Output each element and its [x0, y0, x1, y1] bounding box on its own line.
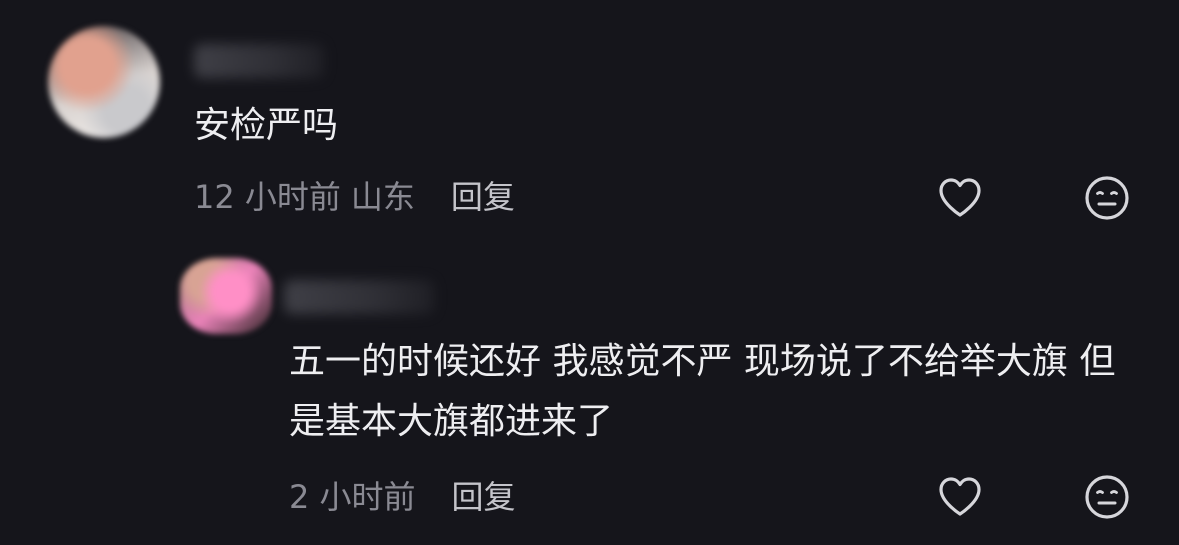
comment-time: 2 小时前	[289, 478, 416, 516]
comment-meta: 2 小时前 回复	[289, 472, 516, 518]
reply-button[interactable]: 回复	[452, 472, 516, 518]
username-blurred[interactable]	[284, 280, 434, 314]
avatar[interactable]	[48, 26, 160, 138]
avatar[interactable]	[180, 258, 272, 334]
neutral-face-icon[interactable]	[1083, 473, 1131, 521]
neutral-face-icon[interactable]	[1083, 174, 1131, 222]
heart-icon[interactable]	[936, 174, 984, 222]
username-blurred[interactable]	[194, 44, 324, 78]
reply-button[interactable]: 回复	[451, 172, 515, 218]
comment-time: 12 小时前	[194, 178, 341, 216]
comment-text: 安检严吗	[194, 105, 339, 146]
heart-icon[interactable]	[936, 473, 984, 521]
comment-location: 山东	[350, 178, 415, 216]
comment-meta: 12 小时前 山东 回复	[194, 172, 515, 218]
comment-text: 五一的时候还好 我感觉不严 现场说了不给举大旗 但是基本大旗都进来了	[289, 341, 1116, 442]
